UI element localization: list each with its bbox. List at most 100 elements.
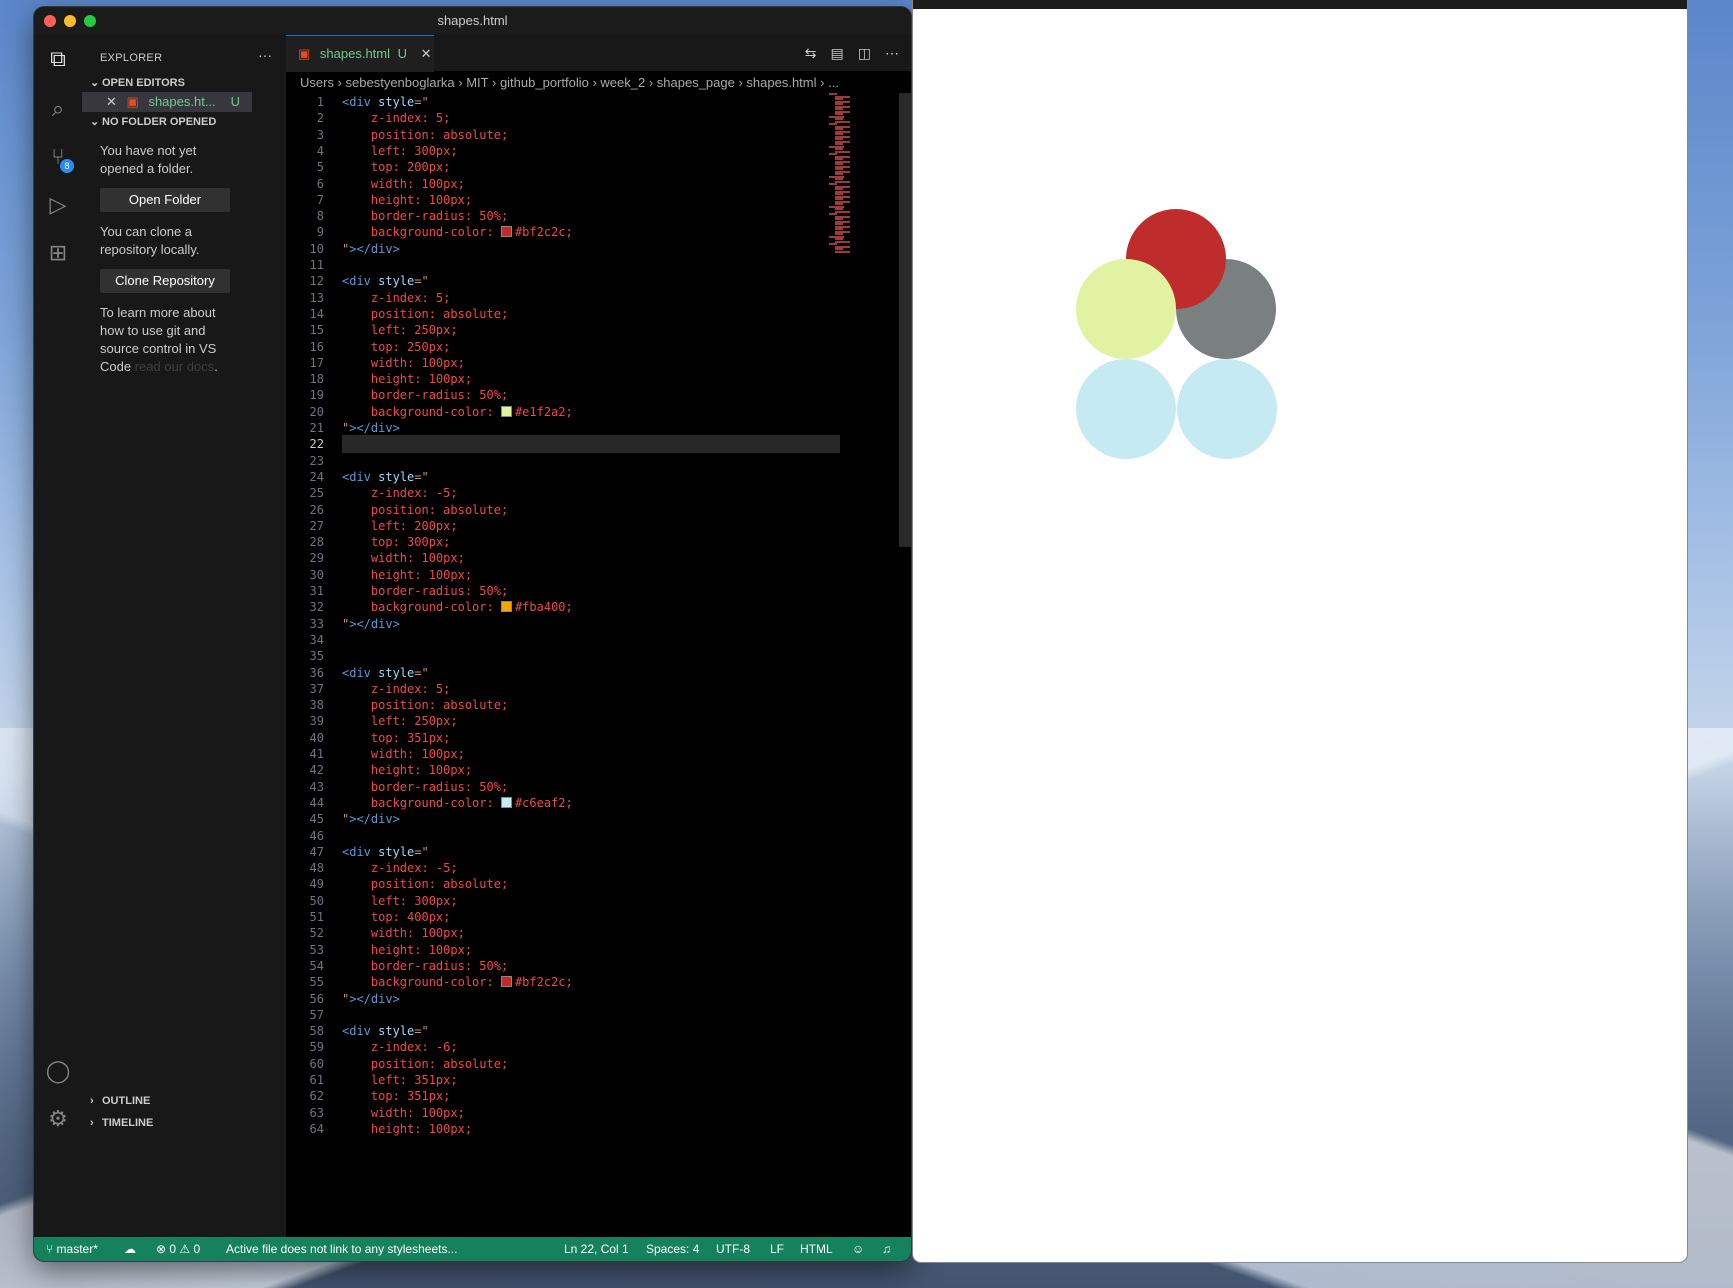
code-line[interactable]: 28 top: 300px;	[286, 533, 451, 551]
code-line[interactable]: 1 <div style="	[286, 93, 429, 111]
code-line[interactable]: 20 background-color: #e1f2a2;	[286, 403, 573, 421]
code-line[interactable]: 32 background-color: #fba400;	[286, 598, 573, 616]
code-line[interactable]: 24 <div style="	[286, 468, 429, 486]
account-icon[interactable]: ◯	[44, 1057, 72, 1085]
more-actions-icon[interactable]: ⋯	[885, 45, 899, 62]
code-line[interactable]: 11	[286, 256, 342, 274]
code-editor[interactable]: 1 <div style=" 2 z-index: 5; 3 position: ab…	[286, 93, 911, 1237]
breadcrumb-item[interactable]: MIT	[466, 75, 488, 90]
code-line[interactable]: 21 "></div>	[286, 419, 400, 437]
code-line[interactable]: 29 width: 100px;	[286, 549, 465, 567]
indentation[interactable]: Spaces: 4	[646, 1237, 699, 1261]
breadcrumb-item[interactable]: week_2	[600, 75, 645, 90]
code-line[interactable]: 48 z-index: -5;	[286, 859, 458, 877]
cursor-position[interactable]: Ln 22, Col 1	[564, 1237, 629, 1261]
clone-repository-button[interactable]: Clone Repository	[100, 269, 230, 293]
open-folder-button[interactable]: Open Folder	[100, 188, 230, 212]
tab-shapes-html[interactable]: ▣ shapes.html U ✕	[286, 35, 434, 72]
code-line[interactable]: 27 left: 200px;	[286, 517, 458, 535]
code-line[interactable]: 52 width: 100px;	[286, 924, 465, 942]
code-line[interactable]: 19 border-radius: 50%;	[286, 386, 509, 404]
code-line[interactable]: 10 "></div>	[286, 240, 400, 258]
open-editors-section[interactable]: ⌄ OPEN EDITORS	[90, 76, 185, 89]
code-line[interactable]: 44 background-color: #c6eaf2;	[286, 794, 573, 812]
code-line[interactable]: 61 left: 351px;	[286, 1071, 458, 1089]
code-line[interactable]: 63 width: 100px;	[286, 1104, 465, 1122]
more-actions-icon[interactable]: ···	[258, 47, 272, 63]
code-line[interactable]: 4 left: 300px;	[286, 142, 458, 160]
bell-icon[interactable]: ♫	[882, 1237, 891, 1261]
end-of-line[interactable]: LF	[770, 1237, 784, 1261]
code-line[interactable]: 3 position: absolute;	[286, 126, 508, 144]
code-line[interactable]: 35	[286, 647, 342, 665]
code-line[interactable]: 22	[286, 435, 342, 453]
split-editor-icon[interactable]: ◫	[858, 45, 871, 62]
code-line[interactable]: 2 z-index: 5;	[286, 109, 451, 127]
code-line[interactable]: 45 "></div>	[286, 810, 400, 828]
code-line[interactable]: 36 <div style="	[286, 664, 429, 682]
code-line[interactable]: 57	[286, 1006, 342, 1024]
code-line[interactable]: 58 <div style="	[286, 1022, 429, 1040]
docs-link[interactable]: read our docs	[135, 359, 215, 374]
code-line[interactable]: 33 "></div>	[286, 615, 400, 633]
language-mode[interactable]: HTML	[800, 1237, 833, 1261]
branch-indicator[interactable]: ⑂ master*	[46, 1237, 98, 1261]
gear-icon[interactable]: ⚙	[44, 1105, 72, 1133]
code-line[interactable]: 17 width: 100px;	[286, 354, 465, 372]
code-line[interactable]: 38 position: absolute;	[286, 696, 509, 714]
code-line[interactable]: 49 position: absolute;	[286, 875, 509, 893]
search-icon[interactable]: ⌕	[44, 95, 72, 123]
outline-section[interactable]: › OUTLINE	[90, 1095, 150, 1107]
code-line[interactable]: 9 background-color: #bf2c2c;	[286, 223, 573, 241]
code-line[interactable]: 34	[286, 631, 342, 649]
code-line[interactable]: 14 position: absolute;	[286, 305, 509, 323]
code-line[interactable]: 55 background-color: #bf2c2c;	[286, 973, 573, 991]
close-window-button[interactable]	[44, 15, 56, 27]
code-line[interactable]: 64 height: 100px;	[286, 1120, 473, 1138]
code-line[interactable]: 54 border-radius: 50%;	[286, 957, 509, 975]
code-line[interactable]: 31 border-radius: 50%;	[286, 582, 509, 600]
code-line[interactable]: 62 top: 351px;	[286, 1087, 451, 1105]
open-preview-icon[interactable]: ▤	[831, 45, 844, 62]
feedback-icon[interactable]: ☺	[852, 1237, 864, 1261]
extensions-icon[interactable]: ⊞	[44, 239, 72, 267]
run-debug-icon[interactable]: ▷	[44, 191, 72, 219]
code-line[interactable]: 39 left: 250px;	[286, 712, 458, 730]
code-line[interactable]: 56 "></div>	[286, 990, 400, 1008]
code-line[interactable]: 6 width: 100px;	[286, 175, 465, 193]
code-line[interactable]: 53 height: 100px;	[286, 941, 473, 959]
minimize-window-button[interactable]	[64, 15, 76, 27]
minimap[interactable]	[829, 93, 893, 273]
code-line[interactable]: 47 <div style="	[286, 843, 429, 861]
close-icon[interactable]: ✕	[421, 46, 432, 61]
code-line[interactable]: 50 left: 300px;	[286, 892, 458, 910]
code-line[interactable]: 42 height: 100px;	[286, 761, 473, 779]
code-line[interactable]: 46	[286, 827, 342, 845]
code-line[interactable]: 25 z-index: -5;	[286, 484, 458, 502]
no-folder-section[interactable]: ⌄ NO FOLDER OPENED	[90, 115, 216, 128]
compare-changes-icon[interactable]: ⇆	[805, 45, 817, 62]
close-icon[interactable]: ✕	[106, 94, 117, 109]
sync-icon[interactable]: ☁	[124, 1237, 136, 1261]
source-control-icon[interactable]: ⑂ 8	[44, 143, 74, 173]
code-line[interactable]: 15 left: 250px;	[286, 321, 458, 339]
code-line[interactable]: 18 height: 100px;	[286, 370, 473, 388]
timeline-section[interactable]: › TIMELINE	[90, 1117, 153, 1129]
code-line[interactable]: 26 position: absolute;	[286, 501, 509, 519]
code-line[interactable]: 51 top: 400px;	[286, 908, 451, 926]
breadcrumb-item[interactable]: ...	[828, 75, 839, 90]
code-line[interactable]: 7 height: 100px;	[286, 191, 472, 209]
code-line[interactable]: 43 border-radius: 50%;	[286, 778, 509, 796]
breadcrumb-item[interactable]: shapes.html	[746, 75, 816, 90]
code-line[interactable]: 12 <div style="	[286, 272, 429, 290]
zoom-window-button[interactable]	[84, 15, 96, 27]
code-line[interactable]: 5 top: 200px;	[286, 158, 451, 176]
breadcrumb-item[interactable]: Users	[300, 75, 334, 90]
breadcrumb-item[interactable]: sebestyenboglarka	[346, 75, 455, 90]
code-line[interactable]: 60 position: absolute;	[286, 1055, 509, 1073]
code-line[interactable]: 23	[286, 452, 342, 470]
open-editor-item[interactable]: ✕ ▣ shapes.ht... U	[82, 92, 252, 112]
code-line[interactable]: 40 top: 351px;	[286, 729, 451, 747]
breadcrumb-item[interactable]: shapes_page	[657, 75, 735, 90]
problems-indicator[interactable]: ⊗ 0 ⚠ 0	[156, 1237, 200, 1261]
